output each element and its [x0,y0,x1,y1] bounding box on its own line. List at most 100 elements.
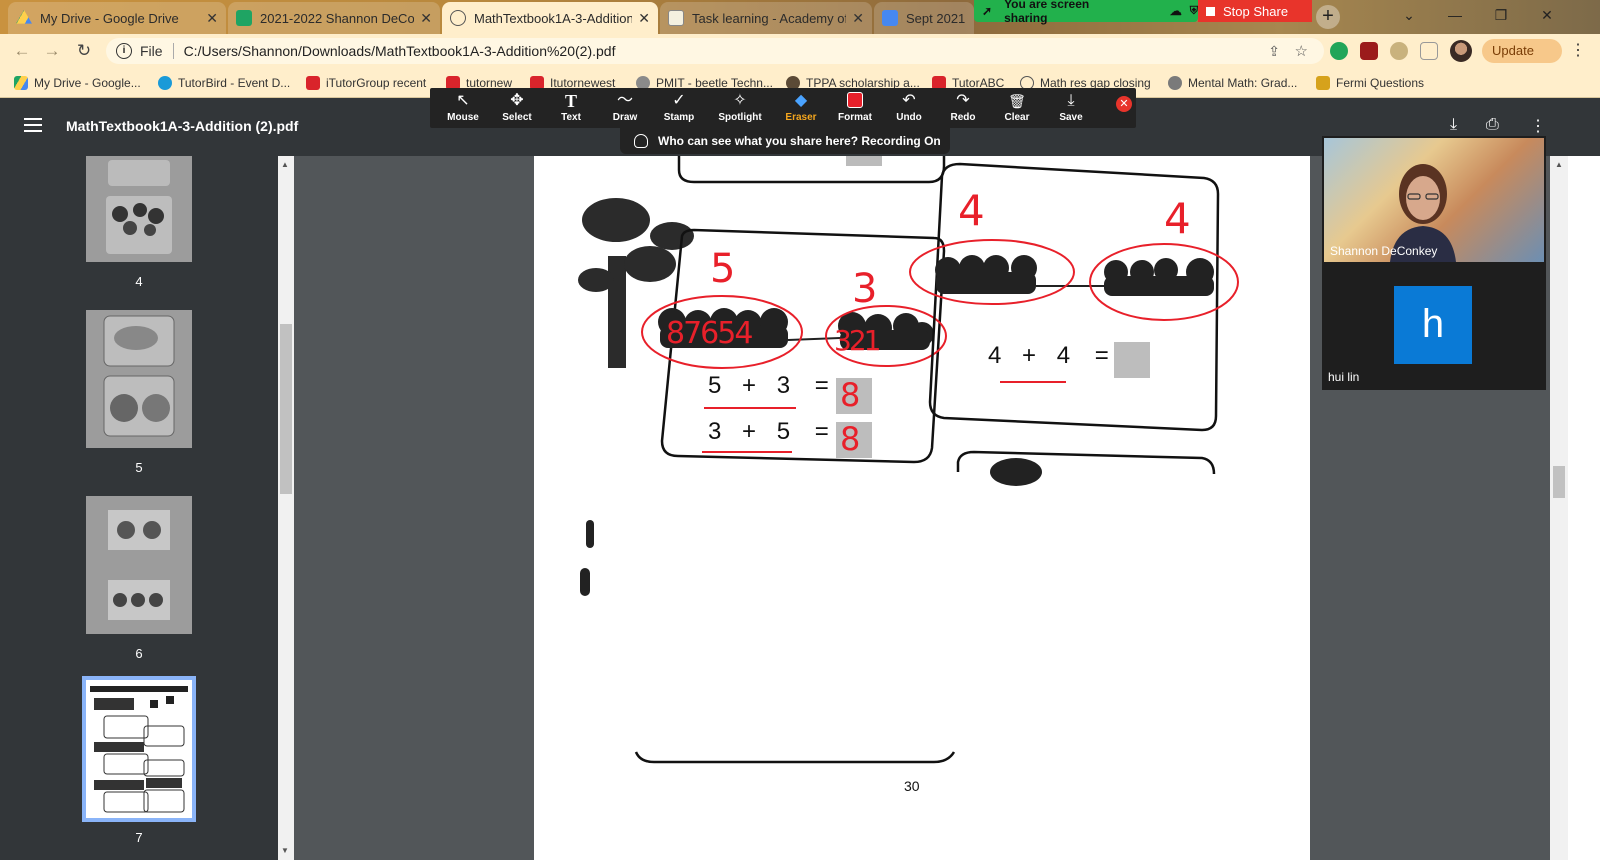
sidebar-scrollbar[interactable]: ▲ ▼ [278,156,294,860]
browser-menu-icon[interactable]: ⋮ [1570,40,1586,60]
card1-handwritten-top-a: 5 [710,246,736,292]
recording-notice[interactable]: Who can see what you share here? Recordi… [620,128,950,154]
globe-icon [450,10,466,26]
tool-format[interactable]: Format [830,92,880,126]
share-icon[interactable]: ⇪ [1268,43,1280,60]
info-icon[interactable]: i [116,43,132,59]
close-annotation-button[interactable]: ✕ [1116,96,1132,112]
close-icon[interactable]: ✕ [852,10,864,27]
scrollbar-thumb[interactable] [280,324,292,494]
tool-save[interactable]: ⤓ Save [1046,92,1096,126]
evernote-extension-icon[interactable] [1330,42,1348,60]
tab-sept-2021[interactable]: Sept 2021 sc [874,2,974,34]
tab-task-learning[interactable]: Task learning - Academy of N ✕ [660,2,872,34]
bookmark-item[interactable]: iTutorGroup recent [306,74,426,92]
print-icon[interactable]: ⎙ [1486,116,1499,134]
close-window-button[interactable]: ✕ [1524,0,1570,30]
download-icon[interactable]: ⤓ [1450,116,1457,134]
scroll-down-icon[interactable]: ▼ [281,846,289,855]
minimize-button[interactable]: — [1432,0,1478,30]
format-icon [830,92,880,110]
addend: 3 [708,418,722,445]
puzzle-extension-icon[interactable] [1390,42,1408,60]
thumbnail-page-5[interactable] [86,310,192,448]
side-panel-icon[interactable] [1420,42,1438,60]
bookmark-item[interactable]: Mental Math: Grad... [1168,74,1297,92]
tool-draw[interactable]: 〜 Draw [600,92,650,126]
thumbnail-page-7[interactable] [82,676,196,822]
thumbnail-page-4[interactable] [86,156,192,262]
tool-eraser[interactable]: ◆ Eraser [776,92,826,126]
ublock-extension-icon[interactable] [1360,42,1378,60]
stop-share-button[interactable]: Stop Share [1198,0,1312,22]
video-gallery: Shannon DeConkey h hui lin [1322,136,1546,390]
cursor-icon: ↖ [456,92,470,109]
bookmark-star-icon[interactable]: ☆ [1295,42,1308,60]
card1-equation-1: 5 + 3 = [708,372,829,400]
document-scrollbar[interactable]: ▲ [1550,156,1568,860]
tool-label: Save [1059,112,1083,123]
card2-equation: 4 + 4 = [988,342,1109,370]
scrollbar-thumb[interactable] [1553,466,1565,498]
bookmark-item[interactable]: My Drive - Google... [14,74,141,92]
bookmark-item[interactable]: Fermi Questions [1316,74,1424,92]
tab-sheets[interactable]: 2021-2022 Shannon DeConkey ✕ [228,2,440,34]
card1-scribble-b: 321 [834,324,881,357]
thumbnail-page-6[interactable] [86,496,192,634]
close-icon[interactable]: ✕ [420,10,432,27]
redo-icon: ↷ [956,92,970,109]
close-icon[interactable]: ✕ [206,10,218,27]
participant-video[interactable]: Shannon DeConkey [1324,138,1544,262]
address-bar[interactable]: i File C:/Users/Shannon/Downloads/MathTe… [106,38,1324,64]
worksheet-graphic [578,156,1239,764]
equals-sign: = [814,418,829,445]
tool-redo[interactable]: ↷ Redo [938,92,988,126]
url-scheme: File [140,43,163,59]
draw-icon: 〜 [616,92,633,109]
plus-sign: + [742,418,757,445]
thumbnail-page-number: 6 [135,646,143,661]
tab-strip: My Drive - Google Drive ✕ 2021-2022 Shan… [0,0,1600,34]
tool-label: Clear [1004,112,1030,123]
tool-spotlight[interactable]: ✧ Spotlight [714,92,766,126]
tool-stamp[interactable]: ✓ Stamp [654,92,704,126]
tool-mouse[interactable]: ↖ Mouse [438,92,488,126]
close-icon[interactable]: ✕ [638,10,650,27]
more-options-icon[interactable]: ⋮ [1530,116,1546,136]
scroll-up-icon[interactable]: ▲ [1555,160,1563,169]
update-button[interactable]: Update [1482,39,1562,63]
card1-equation-2: 3 + 5 = [708,418,829,446]
bookmark-item[interactable]: TutorBird - Event D... [158,74,290,92]
back-button[interactable]: ← [10,39,34,63]
tool-label: Draw [612,112,638,123]
tab-title: My Drive - Google Drive [40,10,179,26]
pdf-page: 5 3 87654 321 5 + 3 = 8 3 + 5 = 8 4 4 4 [534,156,1310,860]
profile-avatar[interactable] [1450,40,1472,62]
card1-handwritten-top-b: 3 [852,266,878,312]
tool-undo[interactable]: ↶ Undo [884,92,934,126]
annotation-toolbar: ↖ Mouse ✥ Select T Text 〜 Draw ✓ Stamp ✧ Spotl… [430,88,1136,128]
tab-title: MathTextbook1A-3-Addition [474,10,633,26]
restore-button[interactable]: ❐ [1478,0,1524,30]
new-tab-button[interactable]: + [1316,5,1340,29]
tab-google-drive[interactable]: My Drive - Google Drive ✕ [8,2,226,34]
share-arrow-icon: ➚ [982,4,993,18]
thumbnail-image [108,510,170,620]
tab-math-textbook[interactable]: MathTextbook1A-3-Addition ✕ [442,2,658,34]
eraser-icon: ◆ [794,92,808,109]
tool-text[interactable]: T Text [546,92,596,126]
addend: 5 [776,418,791,445]
menu-icon[interactable] [24,118,42,132]
forward-button[interactable]: → [40,39,64,63]
equals-sign: = [1094,342,1109,369]
google-docs-icon [882,10,898,26]
plus-sign: + [742,372,757,399]
update-label: Update [1492,43,1534,58]
thumbnail-image [103,315,175,437]
bookmark-label: Mental Math: Grad... [1188,76,1298,90]
tab-search-icon[interactable]: ⌄ [1386,0,1432,30]
tool-clear[interactable]: 🗑 Clear [992,92,1042,126]
tool-select[interactable]: ✥ Select [492,92,542,126]
reload-button[interactable]: ↻ [72,39,96,63]
scroll-up-icon[interactable]: ▲ [281,160,289,169]
